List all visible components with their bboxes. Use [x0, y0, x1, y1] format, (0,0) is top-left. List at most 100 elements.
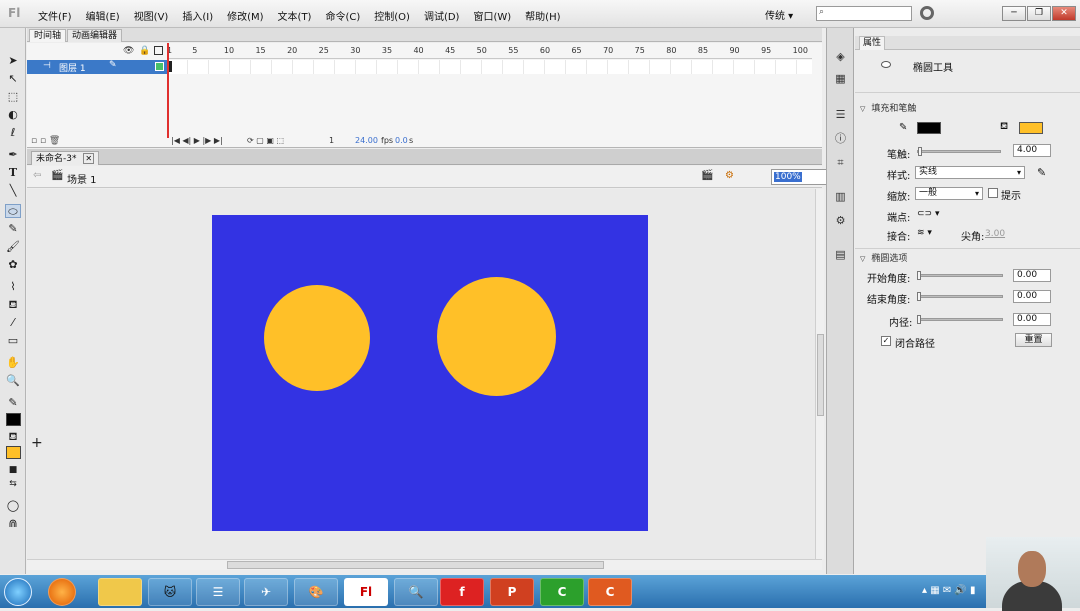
taskbar-app-paint[interactable]: 🎨	[294, 578, 338, 606]
hand-tool-icon[interactable]: ✋	[5, 356, 21, 370]
horizontal-scroll-thumb[interactable]	[227, 561, 604, 569]
hint-checkbox[interactable]	[988, 188, 998, 198]
swap-colors-icon[interactable]: ⇆	[5, 477, 21, 491]
subselection-tool-icon[interactable]: ↖	[5, 72, 21, 86]
taskbar-app-camtasia[interactable]: C	[540, 578, 584, 606]
sync-icon[interactable]	[920, 6, 934, 20]
document-tab[interactable]: 未命名-3* ✕	[31, 151, 100, 165]
start-button[interactable]	[4, 578, 32, 606]
taskbar-app-bird[interactable]: ✈	[244, 578, 288, 606]
back-arrow-icon[interactable]: ⇦	[33, 170, 41, 181]
line-tool-icon[interactable]: ╲	[5, 184, 21, 198]
paint-bucket-tool-icon[interactable]: ⛾	[5, 298, 21, 312]
menu-item[interactable]: 窗口(W)	[473, 8, 511, 23]
motion-presets-icon[interactable]: ▤	[833, 248, 848, 262]
vertical-scrollbar[interactable]	[815, 189, 824, 559]
menu-item[interactable]: 修改(M)	[227, 8, 263, 23]
horizontal-scrollbar[interactable]	[27, 559, 822, 570]
new-layer-icon[interactable]: ▫ ▫ 🗑	[31, 136, 60, 146]
section-fill-stroke[interactable]: ▽ 填充和笔触	[855, 101, 1080, 114]
eraser-tool-icon[interactable]: ▭	[5, 334, 21, 348]
close-path-checkbox[interactable]: ✓	[881, 336, 891, 346]
object-drawing-icon[interactable]: ◯	[5, 499, 21, 513]
inner-radius-slider[interactable]	[917, 318, 1003, 321]
scale-select[interactable]: 一般	[915, 187, 983, 200]
lock-icon[interactable]: 🔒	[139, 46, 150, 56]
stroke-input[interactable]: 4.00	[1013, 144, 1051, 157]
end-angle-knob[interactable]	[917, 292, 921, 301]
edit-stroke-style-icon[interactable]: ✎	[1037, 166, 1046, 179]
edit-scene-icon[interactable]: 🎬	[701, 170, 713, 181]
edit-symbols-icon[interactable]: ⚙	[725, 170, 734, 181]
free-transform-tool-icon[interactable]: ⬚	[5, 90, 21, 104]
miter-value[interactable]: 3.00	[985, 229, 1005, 239]
help-search-input[interactable]: ⌕	[816, 6, 912, 21]
playhead[interactable]	[167, 43, 169, 138]
menu-item[interactable]: 调试(D)	[424, 8, 460, 23]
fill-color-chip[interactable]	[1019, 122, 1043, 134]
yellow-circle-left[interactable]	[264, 285, 370, 391]
inner-radius-knob[interactable]	[917, 315, 921, 324]
3d-rotation-tool-icon[interactable]: ◐	[5, 108, 21, 122]
bone-tool-icon[interactable]: ⌇	[5, 280, 21, 294]
start-angle-input[interactable]: 0.00	[1013, 269, 1051, 282]
components-panel-icon[interactable]: ⚙	[833, 214, 848, 228]
tab-timeline[interactable]: 时间轴	[29, 29, 67, 42]
oval-tool-icon[interactable]: ⬭	[5, 204, 21, 218]
stroke-slider[interactable]	[917, 150, 1001, 153]
taskbar-app-flash[interactable]: Fl	[344, 578, 388, 606]
system-tray[interactable]: ▴ ▦ ✉ 🔊 ▮	[922, 585, 976, 596]
zoom-tool-icon[interactable]: 🔍	[5, 374, 21, 388]
end-angle-slider[interactable]	[917, 295, 1003, 298]
onion-skin-icons[interactable]: ⟳ ▢ ▣ ⬚	[247, 136, 284, 145]
playback-controls[interactable]: |◀ ◀| ▶ |▶ ▶|	[171, 136, 223, 145]
style-select[interactable]: 实线	[915, 166, 1025, 179]
taskbar-app-cat[interactable]: 🐱	[148, 578, 192, 606]
library-panel-icon[interactable]: ▥	[833, 190, 848, 204]
align-panel-icon[interactable]: ☰	[833, 108, 848, 122]
frame-rate[interactable]: 24.00	[355, 136, 378, 145]
outline-icon[interactable]	[154, 46, 163, 55]
yellow-circle-right[interactable]	[437, 277, 556, 396]
taskbar-app-camtasia-recorder[interactable]: C	[588, 578, 632, 606]
taskbar-app-folder[interactable]	[98, 578, 142, 606]
menu-item[interactable]: 控制(O)	[374, 8, 410, 23]
inner-radius-input[interactable]: 0.00	[1013, 313, 1051, 326]
menu-item[interactable]: 文本(T)	[278, 8, 312, 23]
lasso-tool-icon[interactable]: ℓ	[5, 126, 21, 140]
info-panel-icon[interactable]: ⓘ	[833, 132, 848, 146]
cap-select[interactable]: ⊂⊃ ▾	[917, 209, 939, 219]
pen-tool-icon[interactable]: ✒	[5, 148, 21, 162]
stroke-color-chip[interactable]	[917, 122, 941, 134]
tab-properties[interactable]: 属性	[859, 36, 886, 50]
close-tab-icon[interactable]: ✕	[83, 153, 95, 164]
snap-to-objects-icon[interactable]: ⋒	[5, 517, 21, 531]
reset-button[interactable]: 重置	[1015, 333, 1052, 347]
selection-tool-icon[interactable]: ➤	[5, 54, 21, 68]
default-colors-icon[interactable]: ■	[5, 463, 21, 477]
taskbar-app-grid[interactable]: ☰	[196, 578, 240, 606]
start-angle-slider[interactable]	[917, 274, 1003, 277]
stroke-slider-knob[interactable]	[918, 147, 922, 156]
taskbar-app-powerpoint[interactable]: P	[490, 578, 534, 606]
show-hide-icon[interactable]: 👁	[123, 46, 134, 56]
close-button[interactable]: ✕	[1052, 6, 1076, 21]
frame-ruler[interactable]: 1 5 10 15 20 25 30 35 40 45 50 55 60 65 70 75 80 85 90 95 10…	[167, 43, 812, 59]
swatches-panel-icon[interactable]: ▦	[833, 72, 848, 86]
minimize-button[interactable]: ─	[1002, 6, 1026, 21]
layer-name[interactable]: 图层 1	[59, 61, 86, 74]
vertical-scroll-thumb[interactable]	[817, 334, 824, 416]
eyedropper-tool-icon[interactable]: ⁄	[5, 316, 21, 330]
menu-item[interactable]: 帮助(H)	[525, 8, 560, 23]
taskbar-app-flash-player[interactable]: f	[440, 578, 484, 606]
tab-motion-editor[interactable]: 动画编辑器	[67, 29, 123, 42]
layer-row[interactable]: ⊣ 图层 1 ✎	[27, 60, 167, 74]
menu-item[interactable]: 命令(C)	[325, 8, 360, 23]
menu-item[interactable]: 视图(V)	[134, 8, 169, 23]
transform-panel-icon[interactable]: ⌗	[833, 156, 848, 170]
brush-tool-icon[interactable]: 🖌	[5, 240, 21, 254]
menu-item[interactable]: 编辑(E)	[86, 8, 120, 23]
start-angle-knob[interactable]	[917, 271, 921, 280]
scene-name[interactable]: 场景 1	[67, 171, 97, 186]
workspace-switcher[interactable]: 传统 ▾	[765, 7, 793, 22]
